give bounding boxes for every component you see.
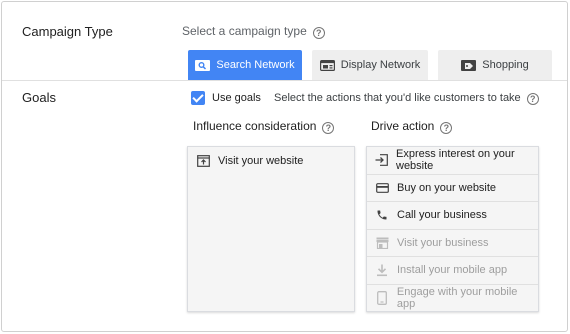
tab-search-network[interactable]: Search Network (188, 50, 302, 80)
download-icon (375, 263, 389, 277)
campaign-type-hint-text: Select a campaign type (182, 24, 307, 38)
goal-option-buy-on-website[interactable]: Buy on your website (367, 175, 538, 202)
goal-option-label: Visit your website (218, 154, 304, 167)
goal-option-label: Call your business (397, 209, 487, 222)
goal-option-label: Engage with your mobile app (396, 286, 518, 311)
drive-action-heading-text: Drive action (371, 119, 435, 133)
store-icon (375, 236, 389, 250)
express-interest-icon (375, 153, 388, 167)
shopping-tag-icon (461, 59, 477, 71)
help-icon[interactable]: ? (322, 122, 335, 134)
goal-option-label: Install your mobile app (397, 264, 508, 277)
tab-display-network[interactable]: Display Network (312, 50, 428, 80)
campaign-type-label: Campaign Type (22, 24, 113, 39)
goal-option-label: Buy on your website (397, 181, 497, 194)
tab-shopping-label: Shopping (482, 59, 529, 71)
phone-icon (375, 208, 389, 222)
display-network-icon (319, 59, 335, 71)
goals-instruction: Select the actions that you'd like custo… (274, 92, 539, 105)
use-goals-label: Use goals (212, 92, 261, 104)
help-icon[interactable]: ? (440, 122, 453, 134)
help-icon[interactable]: ? (312, 27, 325, 39)
drive-action-list: Express interest on your website Buy on … (366, 146, 539, 312)
help-icon[interactable]: ? (526, 93, 539, 105)
goals-instruction-text: Select the actions that you'd like custo… (274, 92, 521, 104)
goal-option-engage-app: Engage with your mobile app (367, 285, 538, 313)
visit-website-icon (196, 154, 210, 168)
campaign-type-hint: Select a campaign type? (182, 24, 325, 39)
use-goals-checkbox[interactable] (191, 91, 205, 105)
campaign-settings-card: Campaign Type Select a campaign type? Se… (1, 1, 568, 332)
mobile-icon (375, 291, 389, 306)
goal-option-express-interest[interactable]: Express interest on your website (367, 147, 538, 175)
influence-consideration-list: Visit your website (187, 146, 355, 312)
goals-label: Goals (22, 90, 56, 105)
influence-consideration-heading-text: Influence consideration (193, 119, 317, 133)
goal-option-label: Visit your business (397, 236, 489, 249)
goal-option-visit-website[interactable]: Visit your website (188, 147, 354, 175)
influence-consideration-heading: Influence consideration? (193, 119, 335, 134)
tab-display-network-label: Display Network (340, 59, 421, 71)
goal-option-label: Express interest on your website (396, 148, 515, 173)
section-divider (2, 80, 567, 81)
goal-option-call-business[interactable]: Call your business (367, 202, 538, 230)
tab-search-network-label: Search Network (216, 59, 295, 71)
goal-option-install-app: Install your mobile app (367, 257, 538, 285)
credit-card-icon (375, 181, 389, 195)
goal-option-visit-business: Visit your business (367, 230, 538, 257)
drive-action-heading: Drive action? (371, 119, 453, 134)
search-network-icon (195, 59, 211, 71)
tab-shopping[interactable]: Shopping (438, 50, 552, 80)
